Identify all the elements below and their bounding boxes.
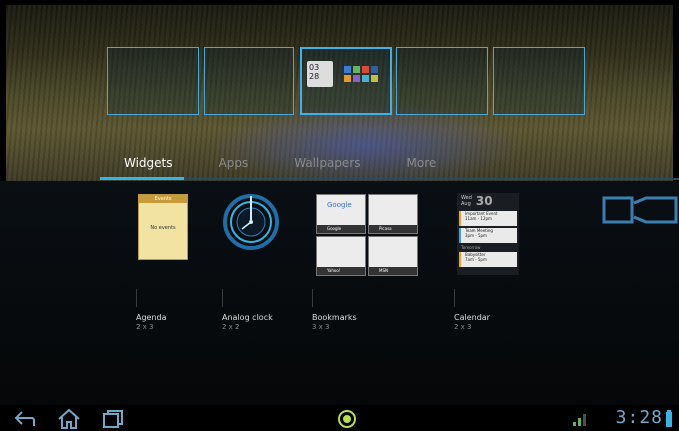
bookmark-tile-picasa: Picasa xyxy=(368,194,418,234)
calendar-event: Important Event 11am - 12pm xyxy=(459,211,517,226)
bookmark-tile-google: Google Google xyxy=(316,194,366,234)
calendar-widget-thumbnail[interactable]: Wed Aug 30 Important Event 11am - 12pm Tea… xyxy=(457,193,519,275)
bookmark-tile-yahoo: Yahoo! xyxy=(316,236,366,276)
divider xyxy=(454,289,455,307)
tab-underline xyxy=(100,177,679,180)
widget-size: 2 x 3 xyxy=(454,323,472,331)
widget-name: Analog clock xyxy=(222,313,273,322)
home-screen-2[interactable] xyxy=(204,47,294,115)
calendar-event: Team Meeting 3pm - 5pm xyxy=(459,228,517,243)
home-screen-5[interactable] xyxy=(493,47,585,115)
divider xyxy=(312,289,313,307)
mini-widgets: 03 28 xyxy=(307,61,378,87)
calendar-event: Babysitter 7am - 5pm xyxy=(459,252,517,267)
widget-name: Agenda xyxy=(136,313,167,322)
divider xyxy=(222,289,223,307)
analog-clock-widget-thumbnail[interactable] xyxy=(222,193,280,251)
home-screen-3[interactable]: 03 28 xyxy=(300,47,392,115)
divider xyxy=(136,289,137,307)
bookmarks-widget-thumbnail[interactable]: Google Google Picasa Yahoo! MSN xyxy=(316,194,418,276)
agenda-note-header: Events xyxy=(139,195,187,203)
calendar-section-label: Tomorrow xyxy=(461,245,481,250)
battery-icon xyxy=(666,410,672,427)
mini-app-icons xyxy=(344,66,378,82)
tab-wallpapers[interactable]: Wallpapers xyxy=(270,150,382,180)
home-icon[interactable] xyxy=(56,408,82,430)
calendar-date-header: Wed Aug 30 xyxy=(461,194,493,208)
next-widget-partial-thumbnail[interactable] xyxy=(602,195,678,227)
tab-widgets[interactable]: Widgets xyxy=(100,150,195,180)
agenda-widget-thumbnail[interactable]: Events No events xyxy=(138,194,188,260)
widget-size: 2 x 3 xyxy=(136,323,154,331)
back-arrow-icon[interactable] xyxy=(12,408,38,430)
customize-tabs: Widgets Apps Wallpapers More xyxy=(100,150,679,180)
tab-apps[interactable]: Apps xyxy=(195,150,271,180)
widget-name: Calendar xyxy=(454,313,490,322)
launcher-icon[interactable] xyxy=(336,408,358,430)
status-clock: 3:28 xyxy=(615,407,663,428)
bookmark-tile-msn: MSN xyxy=(368,236,418,276)
mini-clock-widget: 03 28 xyxy=(307,61,333,87)
home-screen-1[interactable] xyxy=(107,47,199,115)
tab-more[interactable]: More xyxy=(383,150,459,180)
widget-name: Bookmarks xyxy=(312,313,357,322)
agenda-note-text: No events xyxy=(150,225,176,231)
widget-size: 2 x 2 xyxy=(222,323,240,331)
recent-apps-icon[interactable] xyxy=(100,408,126,430)
home-screen-4[interactable] xyxy=(396,47,488,115)
system-bar: 3:28 xyxy=(0,405,679,431)
wifi-icon xyxy=(573,414,586,426)
widget-size: 3 x 3 xyxy=(312,323,330,331)
